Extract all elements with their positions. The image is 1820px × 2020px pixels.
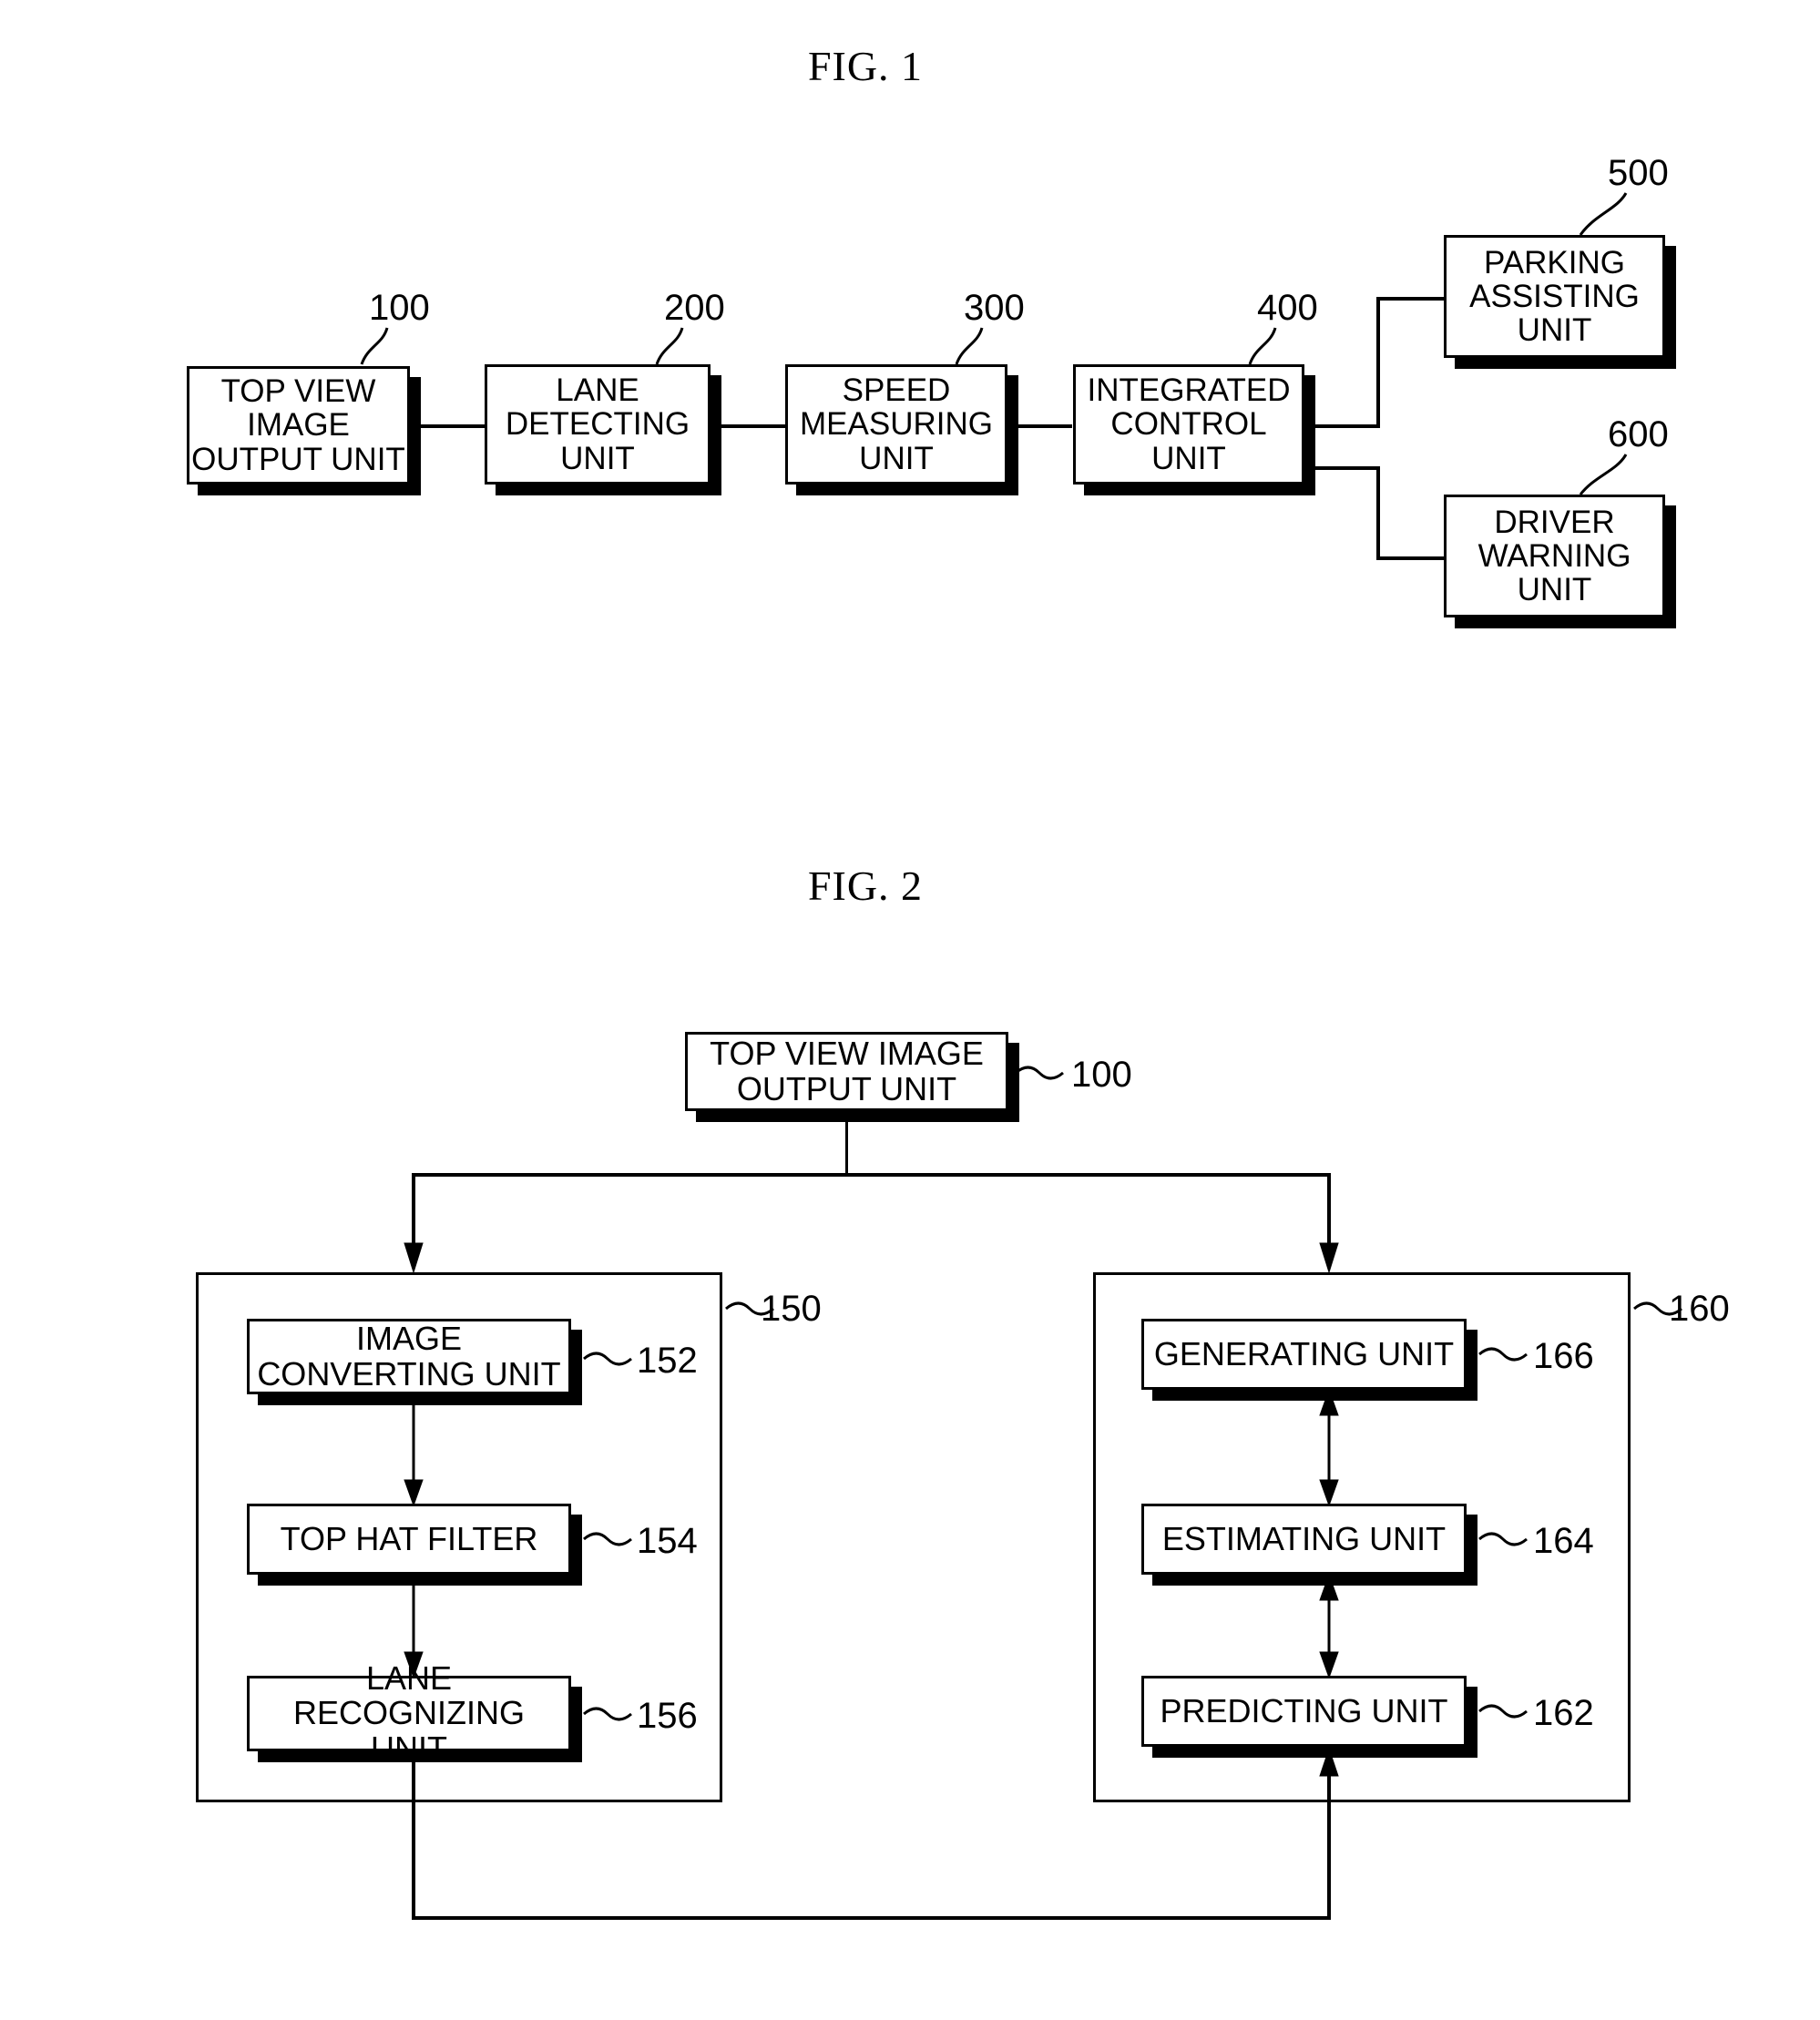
lane-recognizing-unit-block[interactable]: LANE RECOGNIZING UNIT: [247, 1661, 571, 1765]
generating-unit-block[interactable]: GENERATING UNIT: [1141, 1319, 1467, 1390]
ref-numeral-154: 154: [637, 1521, 698, 1561]
ref-numeral-156: 156: [637, 1696, 698, 1736]
speed-measuring-unit-block[interactable]: SPEED MEASURING UNIT: [785, 364, 1007, 485]
top-hat-filter-line1: TOP HAT FILTER: [280, 1519, 538, 1557]
lane-recognizing-unit-line2: UNIT: [371, 1729, 447, 1767]
integrated-control-unit-block[interactable]: INTEGRATED CONTROL UNIT: [1073, 364, 1304, 485]
top-view-image-output-unit-line3: OUTPUT UNIT: [191, 441, 405, 477]
driver-warning-unit-line2: WARNING: [1477, 537, 1631, 574]
fig2-feedback-left-vertical: [412, 1751, 415, 1920]
integrated-control-unit-line2: CONTROL: [1110, 406, 1267, 443]
lane-detecting-unit-line1: LANE: [556, 372, 639, 409]
image-converting-unit-line2: CONVERTING UNIT: [257, 1354, 561, 1393]
fig2-bus-left-drop: [412, 1173, 415, 1255]
top-view-image-output-unit-line1: TOP VIEW: [220, 373, 376, 410]
connector-400-branch-upper-v: [1376, 297, 1380, 428]
speed-measuring-unit-line1: SPEED: [842, 372, 951, 409]
ref-numeral-400: 400: [1257, 288, 1318, 328]
fig1-title: FIG. 1: [807, 43, 924, 89]
estimating-unit-block[interactable]: ESTIMATING UNIT: [1141, 1504, 1467, 1575]
fig2-top-view-image-output-unit-block[interactable]: TOP VIEW IMAGE OUTPUT UNIT: [685, 1032, 1008, 1111]
driver-warning-unit-line1: DRIVER: [1494, 504, 1615, 540]
predicting-unit-block[interactable]: PREDICTING UNIT: [1141, 1676, 1467, 1747]
lane-detecting-unit-line3: UNIT: [560, 440, 635, 476]
top-view-image-output-unit-line2: IMAGE: [247, 407, 350, 444]
integrated-control-unit-line3: UNIT: [1151, 440, 1226, 476]
connector-400-branch-upper-h1: [1309, 424, 1380, 428]
ref-numeral-600: 600: [1608, 414, 1669, 454]
ref-numeral-152: 152: [637, 1341, 698, 1381]
connector-400-branch-lower-v: [1376, 466, 1380, 560]
fig2-bus-stem: [845, 1113, 848, 1175]
lane-recognizing-unit-line1: LANE RECOGNIZING: [292, 1659, 525, 1732]
image-converting-unit-line1: IMAGE: [355, 1320, 462, 1358]
parking-assisting-unit-block[interactable]: PARKING ASSISTING UNIT: [1444, 235, 1665, 358]
speed-measuring-unit-line2: MEASURING: [800, 406, 993, 443]
generating-unit-line1: GENERATING UNIT: [1153, 1334, 1455, 1372]
connector-400-branch-lower-h1: [1309, 466, 1380, 470]
estimating-unit-line1: ESTIMATING UNIT: [1161, 1519, 1447, 1557]
fig2-bus-right-drop: [1327, 1173, 1331, 1255]
ref-numeral-500: 500: [1608, 153, 1669, 193]
ref-numeral-300: 300: [964, 288, 1025, 328]
integrated-control-unit-line1: INTEGRATED: [1087, 372, 1291, 409]
parking-assisting-unit-line2: ASSISTING: [1469, 278, 1640, 314]
fig2-bus-horizontal: [412, 1173, 1331, 1177]
predicting-unit-line1: PREDICTING UNIT: [1160, 1691, 1448, 1729]
ref-numeral-100-fig2: 100: [1071, 1055, 1132, 1095]
parking-assisting-unit-line1: PARKING: [1484, 244, 1625, 281]
fig2-feedback-right-vertical: [1327, 1753, 1331, 1920]
fig2-feedback-horizontal: [412, 1916, 1331, 1920]
ref-numeral-100: 100: [369, 288, 430, 328]
ref-numeral-164: 164: [1533, 1521, 1594, 1561]
ref-numeral-200: 200: [664, 288, 725, 328]
image-converting-unit-block[interactable]: IMAGE CONVERTING UNIT: [247, 1319, 571, 1394]
fig2-title: FIG. 2: [807, 862, 924, 909]
parking-assisting-unit-line3: UNIT: [1517, 312, 1592, 349]
top-view-image-output-unit-block[interactable]: TOP VIEW IMAGE OUTPUT UNIT: [187, 366, 410, 485]
ref-numeral-150: 150: [761, 1289, 822, 1329]
driver-warning-unit-line3: UNIT: [1517, 572, 1592, 608]
fig2-top-view-image-output-unit-line1: TOP VIEW IMAGE: [710, 1035, 984, 1073]
lane-detecting-unit-block[interactable]: LANE DETECTING UNIT: [485, 364, 711, 485]
connector-100-to-200: [409, 424, 485, 428]
connector-200-to-300: [711, 424, 786, 428]
driver-warning-unit-block[interactable]: DRIVER WARNING UNIT: [1444, 495, 1665, 617]
speed-measuring-unit-line3: UNIT: [859, 440, 934, 476]
top-hat-filter-block[interactable]: TOP HAT FILTER: [247, 1504, 571, 1575]
ref-numeral-160: 160: [1669, 1289, 1730, 1329]
fig2-top-view-image-output-unit-line2: OUTPUT UNIT: [736, 1069, 957, 1107]
ref-numeral-166: 166: [1533, 1336, 1594, 1376]
lane-detecting-unit-line2: DETECTING: [505, 406, 690, 443]
ref-numeral-162: 162: [1533, 1693, 1594, 1733]
